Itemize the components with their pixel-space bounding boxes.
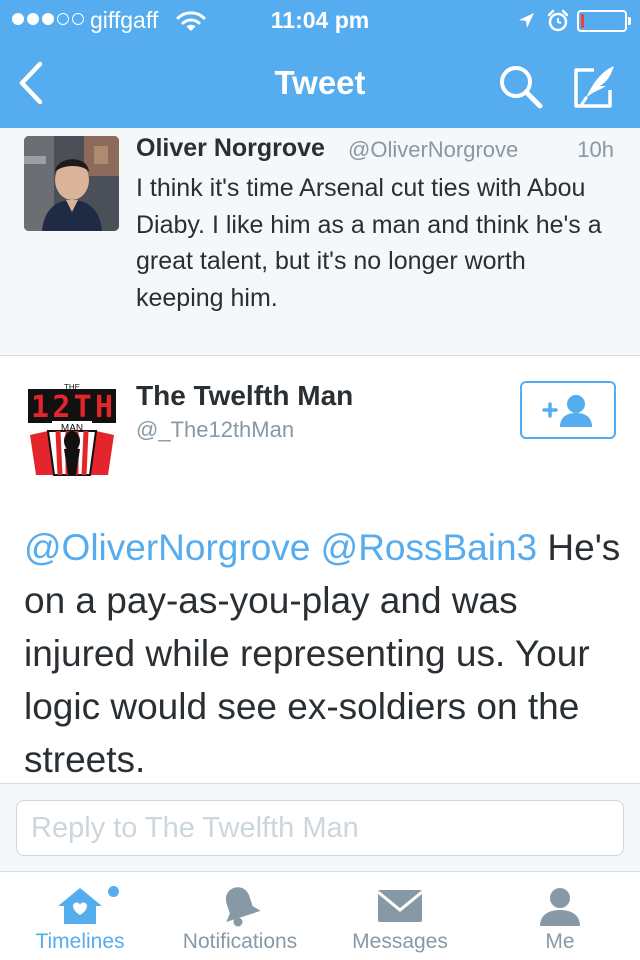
envelope-icon (377, 890, 423, 922)
author-name[interactable]: Oliver Norgrove (136, 134, 325, 163)
tab-label: Messages (352, 930, 448, 953)
battery-icon (577, 10, 631, 32)
reply-input[interactable] (16, 800, 624, 856)
main-tweet: THE 12TH MAN The Twelfth Man @_The12thMa… (0, 357, 640, 783)
mention-link[interactable]: @OliverNorgrove (24, 527, 310, 568)
tab-label: Notifications (182, 930, 298, 953)
bell-icon (225, 887, 261, 927)
navigation-bar: Tweet (0, 40, 640, 128)
search-button[interactable] (496, 62, 546, 112)
new-content-indicator (108, 886, 119, 897)
follow-button[interactable] (520, 381, 616, 439)
avatar[interactable]: THE 12TH MAN (24, 383, 120, 479)
profile-photo-image (24, 136, 119, 231)
status-time: 11:04 pm (270, 7, 370, 33)
tweet-timestamp: 10h (577, 137, 614, 162)
status-bar: giffgaff 11:04 pm (0, 0, 640, 40)
reply-bar (0, 783, 640, 871)
tweet-text: @OliverNorgrove @RossBain3 He's on a pay… (24, 521, 624, 786)
header: giffgaff 11:04 pm Tweet (0, 0, 640, 128)
author-handle[interactable]: @_The12thMan (136, 417, 294, 443)
battery-level (581, 14, 584, 28)
search-icon (500, 66, 543, 109)
add-user-icon (542, 395, 592, 427)
tab-notifications[interactable]: Notifications (160, 872, 320, 960)
tab-bar: Timelines Notifications Messages Me (0, 871, 640, 960)
location-arrow-icon (516, 11, 536, 37)
person-icon (540, 888, 580, 926)
twelfth-man-logo-image: THE 12TH MAN (24, 383, 120, 479)
parent-tweet[interactable]: Oliver Norgrove @OliverNorgrove 10h I th… (0, 128, 640, 356)
author-handle[interactable]: @OliverNorgrove (348, 137, 518, 163)
avatar[interactable] (24, 136, 119, 231)
tab-me[interactable]: Me (480, 872, 640, 960)
compose-quill-icon (574, 66, 614, 108)
compose-button[interactable] (570, 62, 620, 112)
tab-label: Me (545, 930, 575, 953)
home-icon (58, 888, 102, 924)
alarm-clock-icon (546, 9, 570, 39)
tab-label: Timelines (35, 930, 125, 953)
tab-timelines[interactable]: Timelines (0, 872, 160, 960)
mention-link[interactable]: @RossBain3 (321, 527, 538, 568)
tweet-text: I think it's time Arsenal cut ties with … (136, 174, 602, 312)
tab-messages[interactable]: Messages (320, 872, 480, 960)
author-name[interactable]: The Twelfth Man (136, 380, 353, 412)
